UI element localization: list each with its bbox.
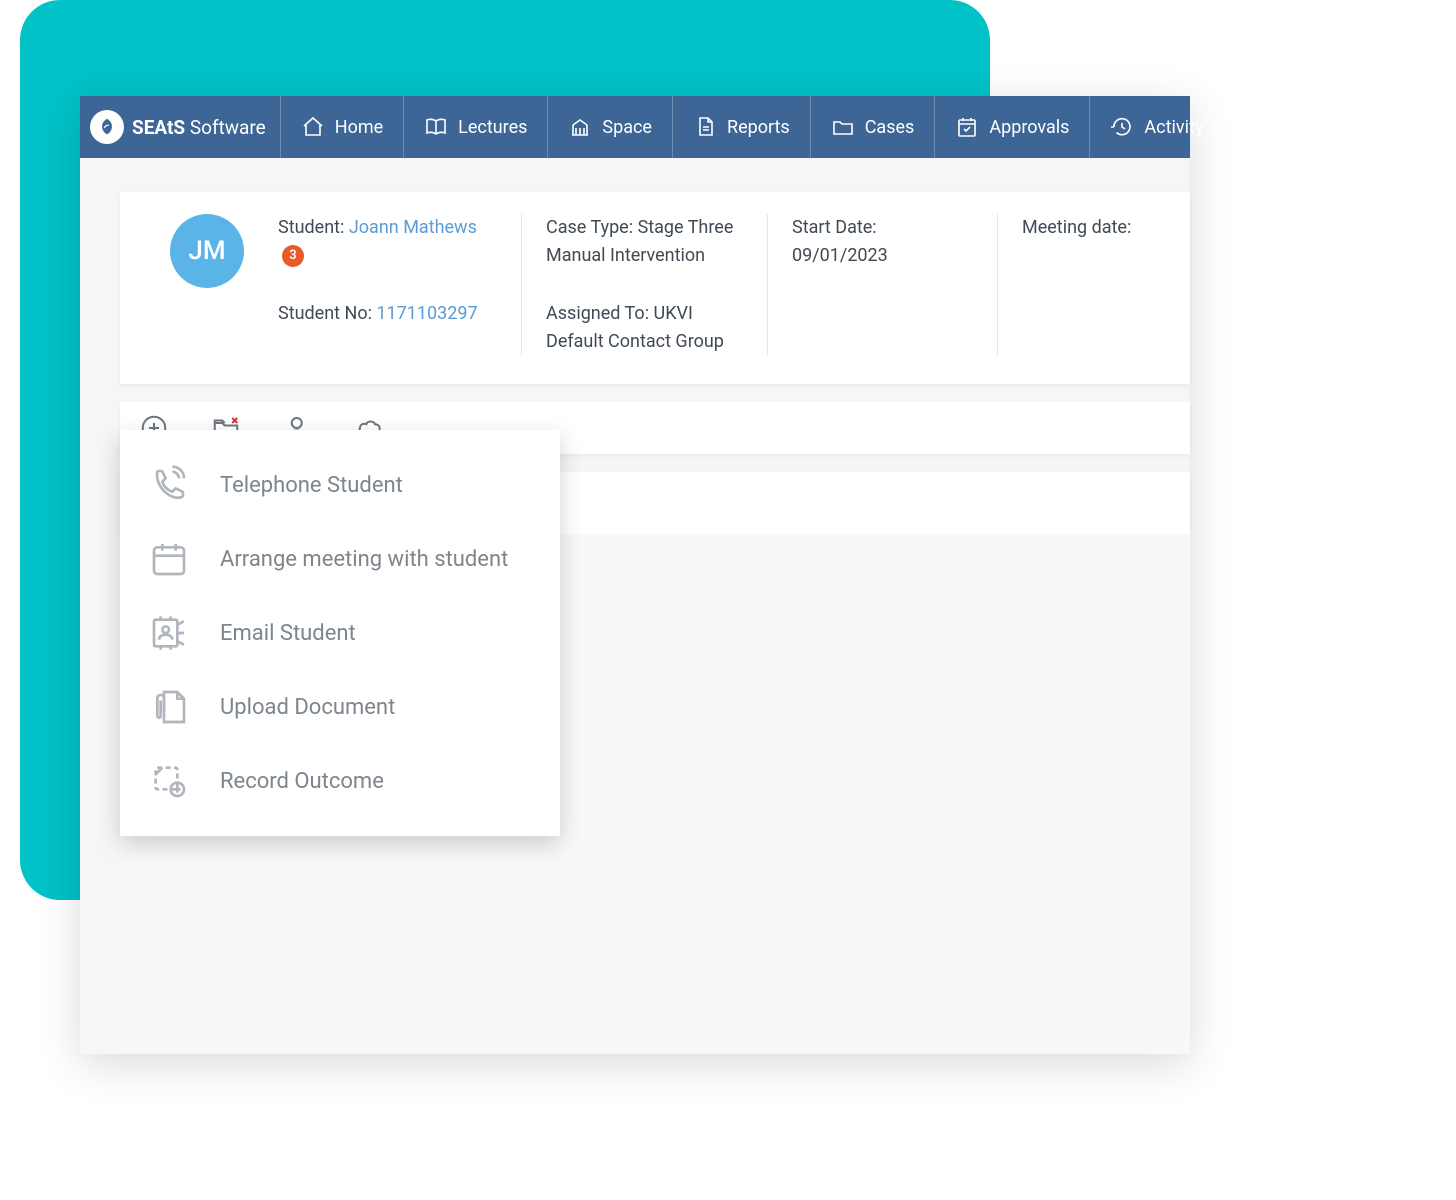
pin-add-icon — [148, 760, 190, 802]
meeting-date-label: Meeting date: — [1022, 214, 1142, 242]
nav-cases-label: Cases — [865, 117, 915, 138]
nav-reports-label: Reports — [727, 117, 790, 138]
history-icon — [1110, 115, 1134, 139]
nav-approvals-label: Approvals — [989, 117, 1069, 138]
document-icon — [693, 115, 717, 139]
student-avatar: JM — [170, 214, 244, 288]
calendar-check-icon — [955, 115, 979, 139]
nav-activity[interactable]: Activity — [1089, 96, 1223, 158]
case-type-label: Case Type: — [546, 217, 638, 238]
brand-name: SEAtS Software — [132, 116, 266, 139]
dates-column: Start Date: 09/01/2023 — [768, 214, 998, 356]
notification-badge: 3 — [282, 245, 304, 267]
calendar-icon — [148, 538, 190, 580]
attachment-icon — [148, 686, 190, 728]
nav-activity-label: Activity — [1144, 117, 1203, 138]
assigned-label: Assigned To: — [546, 303, 654, 324]
student-no-label: Student No: — [278, 303, 376, 324]
nav-home[interactable]: Home — [280, 96, 403, 158]
student-label: Student: — [278, 217, 349, 238]
nav-items: Home Lectures Space Reports Cases Approv… — [280, 96, 1224, 158]
nav-space-label: Space — [602, 117, 652, 138]
case-type-row: Case Type: Stage Three Manual Interventi… — [546, 214, 743, 270]
menu-upload-document[interactable]: Upload Document — [120, 670, 560, 744]
case-info-card: JM Student: Joann Mathews 3 Student No: … — [120, 192, 1190, 384]
student-name-link[interactable]: Joann Mathews — [349, 217, 477, 238]
menu-email-label: Email Student — [220, 621, 356, 646]
nav-reports[interactable]: Reports — [672, 96, 810, 158]
action-dropdown-menu: Telephone Student Arrange meeting with s… — [120, 430, 560, 836]
contact-email-icon — [148, 612, 190, 654]
meeting-column: Meeting date: — [998, 214, 1166, 356]
case-type-column: Case Type: Stage Three Manual Interventi… — [522, 214, 768, 356]
start-date-value: 09/01/2023 — [792, 242, 973, 270]
menu-meeting-label: Arrange meeting with student — [220, 547, 508, 572]
nav-home-label: Home — [335, 117, 383, 138]
menu-upload-label: Upload Document — [220, 695, 395, 720]
home-icon — [301, 115, 325, 139]
student-no-row: Student No: 1171103297 — [278, 300, 497, 328]
info-columns: Student: Joann Mathews 3 Student No: 117… — [272, 214, 1166, 356]
nav-lectures-label: Lectures — [458, 117, 527, 138]
folder-icon — [831, 115, 855, 139]
brand: SEAtS Software — [80, 110, 280, 144]
menu-email-student[interactable]: Email Student — [120, 596, 560, 670]
menu-outcome-label: Record Outcome — [220, 769, 384, 794]
menu-record-outcome[interactable]: Record Outcome — [120, 744, 560, 818]
student-no-link[interactable]: 1171103297 — [376, 303, 477, 324]
student-name-row: Student: Joann Mathews 3 — [278, 214, 497, 270]
top-nav: SEAtS Software Home Lectures Space Repor… — [80, 96, 1190, 158]
nav-approvals[interactable]: Approvals — [934, 96, 1089, 158]
menu-telephone-label: Telephone Student — [220, 473, 403, 498]
nav-lectures[interactable]: Lectures — [403, 96, 547, 158]
phone-icon — [148, 464, 190, 506]
nav-cases[interactable]: Cases — [810, 96, 935, 158]
menu-telephone-student[interactable]: Telephone Student — [120, 448, 560, 522]
building-icon — [568, 115, 592, 139]
nav-space[interactable]: Space — [547, 96, 672, 158]
menu-arrange-meeting[interactable]: Arrange meeting with student — [120, 522, 560, 596]
book-icon — [424, 115, 448, 139]
assigned-row: Assigned To: UKVI Default Contact Group — [546, 300, 743, 356]
start-date-label: Start Date: — [792, 214, 973, 242]
student-column: Student: Joann Mathews 3 Student No: 117… — [272, 214, 522, 356]
brand-logo-icon — [90, 110, 124, 144]
